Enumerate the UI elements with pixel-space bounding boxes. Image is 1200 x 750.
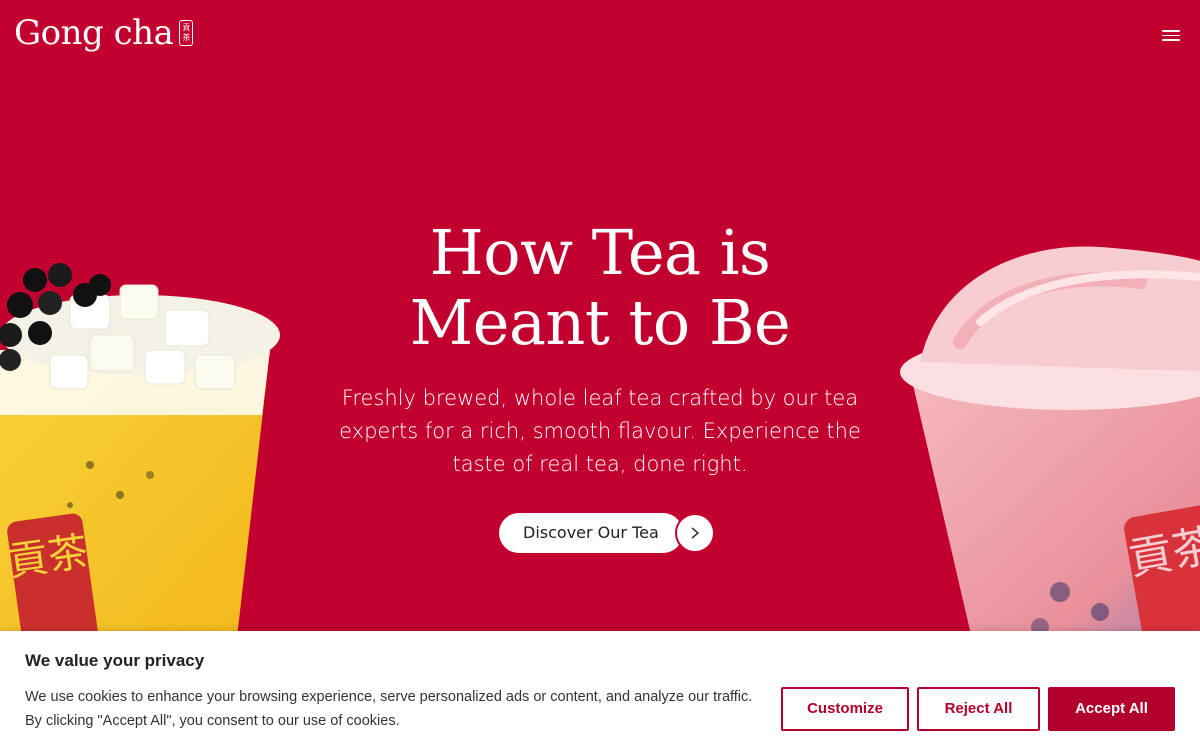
cookie-description: We use cookies to enhance your browsing … [25, 689, 753, 729]
discover-our-tea-label[interactable]: Discover Our Tea [499, 513, 683, 553]
pink-tea-cup-image: 貢茶 [900, 232, 1200, 652]
customize-button[interactable]: Customize [781, 687, 909, 731]
hero-title-line-1: How Tea is [429, 216, 771, 289]
cookie-title: We value your privacy [25, 651, 205, 670]
hero-title-line-2: Meant to Be [409, 286, 791, 359]
hero-subtitle: Freshly brewed, whole leaf tea crafted b… [339, 386, 861, 476]
cookie-consent-banner: We value your privacy We use cookies to … [0, 631, 1200, 750]
milk-tea-cup-image: 貢茶 [0, 255, 285, 655]
chevron-right-icon[interactable] [674, 513, 715, 553]
accept-all-button[interactable]: Accept All [1048, 687, 1175, 731]
reject-all-button[interactable]: Reject All [917, 687, 1040, 731]
discover-our-tea-button[interactable]: Discover Our Tea [499, 513, 715, 553]
hero-title: How Tea is Meant to Be [300, 218, 900, 358]
